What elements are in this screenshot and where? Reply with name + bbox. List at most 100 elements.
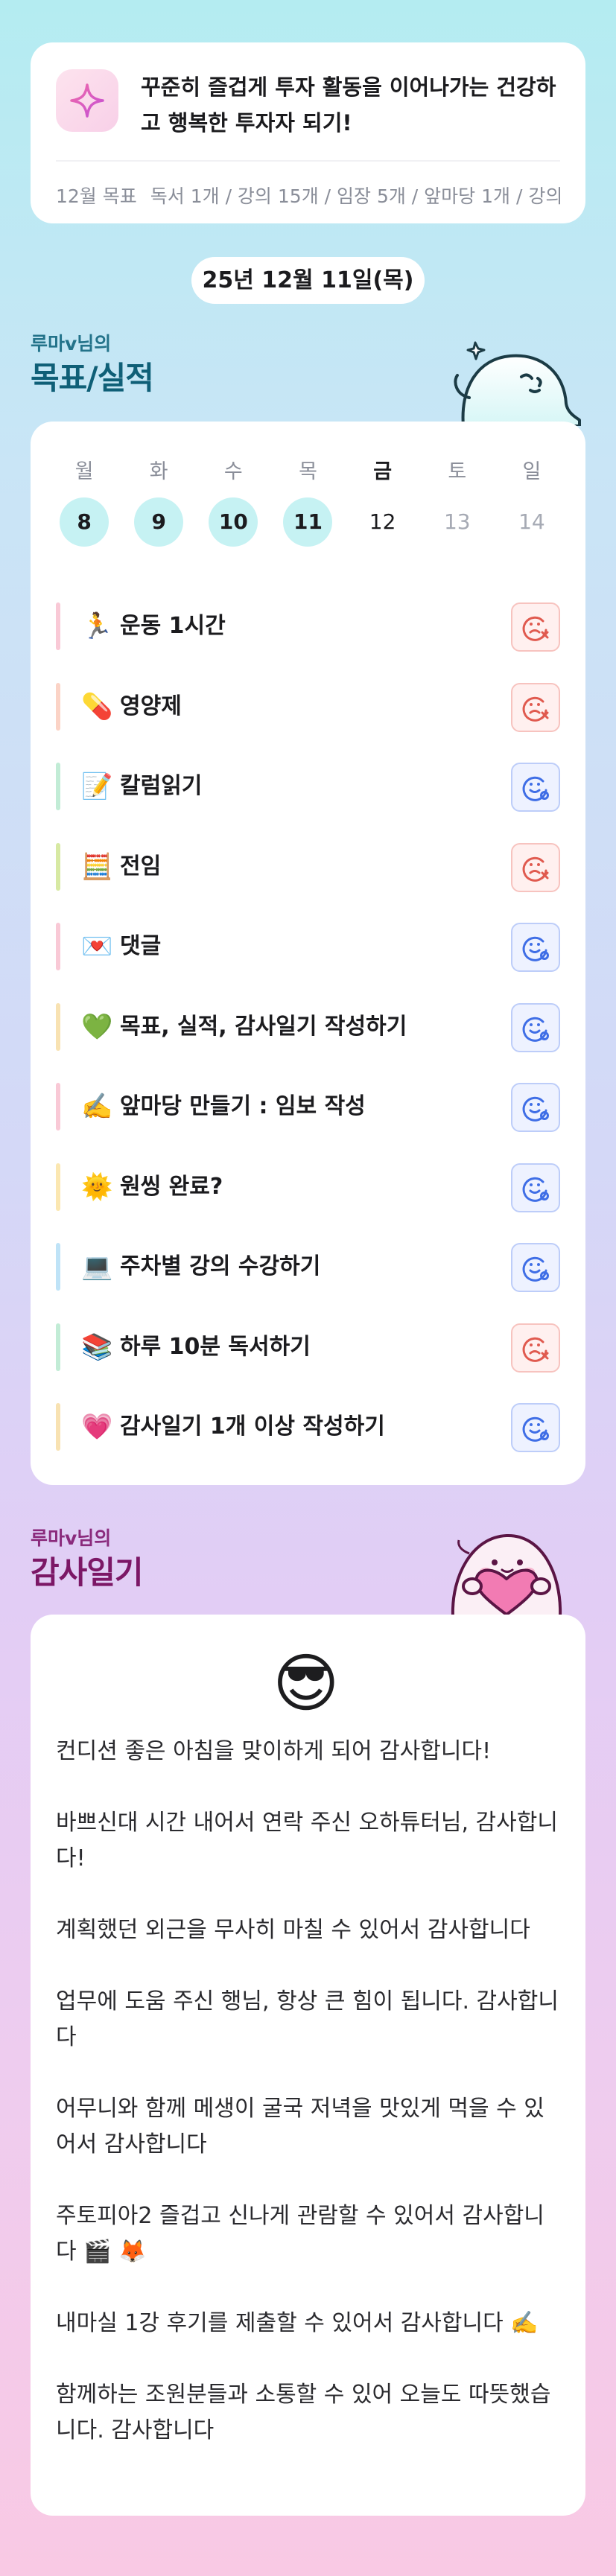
pill-icon: 💊 (81, 691, 113, 722)
day-sun[interactable]: 일 14 (495, 457, 569, 547)
laptop-icon: 💻 (81, 1252, 113, 1282)
task-color-bar (56, 682, 60, 731)
gratitude-entry: 어무니와 함께 메생이 굴국 저녁을 맛있게 먹을 수 있어서 감사합니다 (56, 2096, 544, 2157)
day-number: 8 (60, 497, 109, 547)
gratitude-subtitle: 루마v님의 (31, 1527, 112, 1549)
ghost-mascot-icon (454, 341, 581, 426)
day-label: 월 (74, 460, 94, 483)
task-status-ok-icon[interactable] (511, 1403, 560, 1452)
day-number: 13 (443, 509, 471, 534)
task-color-bar (56, 1243, 60, 1291)
day-number: 12 (369, 509, 396, 534)
task-status-ok-icon[interactable] (511, 1163, 560, 1212)
task-status-miss-icon[interactable] (511, 602, 560, 652)
task-status-ok-icon[interactable] (511, 1083, 560, 1132)
task-item[interactable]: 🌞 원씽 완료? (56, 1142, 560, 1223)
task-color-bar (56, 1083, 60, 1130)
gratitude-card: 😎 컨디션 좋은 아침을 맞이하게 되어 감사합니다! 바쁘신대 시간 내어서 … (31, 1615, 585, 2516)
task-status-ok-icon[interactable] (511, 1002, 560, 1052)
task-color-bar (56, 1403, 60, 1451)
task-item[interactable]: 📝 칼럼읽기 (56, 742, 560, 822)
day-wed[interactable]: 수 10 (196, 457, 270, 547)
green-heart-icon: 💚 (81, 1011, 113, 1042)
goals-subtitle: 루마v님의 (31, 333, 112, 354)
task-color-bar (56, 763, 60, 810)
task-label: 감사일기 1개 이상 작성하기 (120, 1413, 385, 1440)
writing-hand-icon: ✍️ (81, 1092, 113, 1122)
task-list: 🏃 운동 1시간 💊 영양제 📝 칼럼읽기 🧮 전임 💌 댓글 💚 목표, 실적… (56, 582, 560, 1463)
task-color-bar (56, 602, 60, 650)
day-label: 목 (299, 460, 317, 483)
task-status-miss-icon[interactable] (511, 1323, 560, 1373)
task-label: 운동 1시간 (120, 613, 226, 639)
task-label: 전임 (120, 853, 162, 880)
memo-icon: 📝 (81, 772, 113, 801)
gratitude-entry: 주토피아2 즐겁고 신나게 관람할 수 있어서 감사합니다 🎬 🦊 (56, 2203, 544, 2265)
pink-heart-icon: 💗 (81, 1412, 113, 1442)
sunglasses-face-icon: 😎 (273, 1647, 340, 1721)
task-item[interactable]: 💻 주차별 강의 수강하기 (56, 1222, 560, 1303)
task-label: 앞마당 만들기 : 임보 작성 (120, 1093, 366, 1119)
week-strip: 월 8 화 9 수 10 목 11 금 12 토 13 일 14 (47, 457, 569, 547)
goal-card: 꾸준히 즐겁게 투자 활동을 이어나가는 건강하고 행복한 투자자 되기! 12… (31, 42, 585, 223)
gratitude-entry: 함께하는 조원분들과 소통할 수 있어 오늘도 따뜻했습니다. 감사합니다 (56, 2382, 551, 2443)
monthly-goals: 12월 목표 독서 1개 / 강의 15개 / 임장 5개 / 앞마당 1개 / … (56, 171, 560, 223)
task-label: 주차별 강의 수강하기 (120, 1253, 321, 1279)
day-mon[interactable]: 월 8 (47, 457, 121, 547)
task-label: 댓글 (120, 933, 162, 959)
day-number: 11 (283, 497, 333, 547)
day-label: 금 (373, 460, 393, 483)
month-goals-text: 독서 1개 / 강의 15개 / 임장 5개 / 앞마당 1개 / 강의 후기 … (150, 185, 560, 207)
gratitude-entry: 업무에 도움 주신 행님, 항상 큰 힘이 됩니다. 감사합니다 (56, 1988, 559, 2050)
gratitude-entry: 컨디션 좋은 아침을 맞이하게 되어 감사합니다! (56, 1738, 492, 1764)
task-item[interactable]: 🏃 운동 1시간 (56, 582, 560, 662)
task-item[interactable]: 💚 목표, 실적, 감사일기 작성하기 (56, 982, 560, 1063)
gratitude-entry: 계획했던 외근을 무사히 마칠 수 있어서 감사합니다 (56, 1917, 530, 1943)
day-fri[interactable]: 금 12 (346, 457, 420, 547)
day-label: 토 (448, 460, 467, 483)
task-status-miss-icon[interactable] (511, 682, 560, 732)
goal-statement: 꾸준히 즐겁게 투자 활동을 이어나가는 건강하고 행복한 투자자 되기! (141, 74, 556, 136)
running-icon: 🏃 (81, 611, 113, 641)
day-number: 14 (518, 509, 545, 534)
day-number: 9 (134, 497, 184, 547)
day-sat[interactable]: 토 13 (420, 457, 495, 547)
gratitude-title: 감사일기 (31, 1554, 144, 1591)
task-color-bar (56, 923, 60, 970)
task-item[interactable]: 💗 감사일기 1개 이상 작성하기 (56, 1382, 560, 1463)
day-tue[interactable]: 화 9 (121, 457, 196, 547)
day-thu[interactable]: 목 11 (270, 457, 345, 547)
month-label: 12월 목표 (56, 185, 137, 207)
task-status-ok-icon[interactable] (511, 763, 560, 812)
sun-icon: 🌞 (81, 1171, 113, 1202)
day-number: 10 (209, 497, 258, 547)
task-label: 원씽 완료? (120, 1173, 223, 1200)
task-item[interactable]: 💊 영양제 (56, 662, 560, 742)
task-item[interactable]: 📚 하루 10분 독서하기 (56, 1303, 560, 1383)
task-item[interactable]: 🧮 전임 (56, 822, 560, 903)
task-item[interactable]: ✍️ 앞마당 만들기 : 임보 작성 (56, 1062, 560, 1142)
task-status-miss-icon[interactable] (511, 842, 560, 892)
day-label: 일 (522, 460, 542, 483)
task-label: 목표, 실적, 감사일기 작성하기 (120, 1013, 407, 1040)
task-color-bar (56, 1163, 60, 1211)
goals-card: 월 8 화 9 수 10 목 11 금 12 토 13 일 14 🏃 운동 1시… (31, 422, 585, 1485)
task-color-bar (56, 842, 60, 891)
gratitude-entry: 내마실 1강 후기를 제출할 수 있어서 감사합니다 ✍️ (56, 2310, 539, 2336)
goals-title: 목표/실적 (31, 360, 154, 396)
love-letter-icon: 💌 (81, 932, 113, 961)
heart-mascot-icon (451, 1533, 562, 1616)
task-label: 칼럼읽기 (120, 773, 203, 799)
task-status-ok-icon[interactable] (511, 1243, 560, 1292)
task-color-bar (56, 1002, 60, 1051)
divider (56, 160, 560, 162)
task-status-ok-icon[interactable] (511, 923, 560, 972)
task-color-bar (56, 1323, 60, 1371)
gratitude-entry: 바쁘신대 시간 내어서 연락 주신 오하튜터님, 감사합니다! (56, 1810, 558, 1871)
task-label: 영양제 (120, 693, 182, 719)
books-icon: 📚 (81, 1332, 113, 1362)
task-item[interactable]: 💌 댓글 (56, 902, 560, 982)
day-label: 화 (149, 460, 168, 483)
sparkle-icon (56, 69, 118, 132)
task-label: 하루 10분 독서하기 (120, 1333, 311, 1360)
